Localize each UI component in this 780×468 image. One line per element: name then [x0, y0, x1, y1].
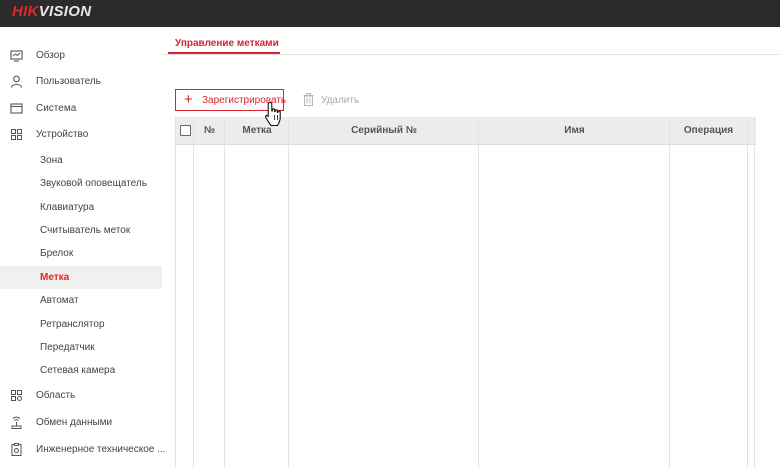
top-bar: HIKVISION — [0, 0, 780, 27]
column-divider — [669, 117, 670, 468]
sidebar-subitem-siren[interactable]: Звуковой оповещатель — [0, 172, 162, 195]
select-all-checkbox[interactable] — [180, 125, 191, 136]
sidebar-item-label: Обзор — [36, 50, 65, 61]
user-icon — [10, 75, 23, 88]
sidebar-item-system[interactable]: Система — [0, 97, 162, 120]
maintenance-icon — [11, 443, 22, 456]
sidebar-subitem-tag[interactable]: Метка — [0, 266, 162, 289]
sidebar-subitem-label: Считыватель меток — [40, 225, 131, 236]
trash-icon — [303, 93, 314, 106]
column-divider — [193, 117, 194, 468]
sidebar-item-label: Инженерное техническое ... — [36, 444, 166, 455]
area-icon — [11, 390, 22, 401]
column-header-number[interactable]: № — [194, 117, 225, 145]
monitor-icon — [10, 50, 23, 62]
sidebar-subitem-label: Зона — [40, 155, 63, 166]
sidebar-subitem-tag-reader[interactable]: Считыватель меток — [0, 219, 162, 242]
sidebar-item-overview[interactable]: Обзор — [0, 44, 162, 67]
column-header-serial[interactable]: Серийный № — [289, 117, 479, 145]
column-header-name[interactable]: Имя — [479, 117, 670, 145]
column-divider — [478, 117, 479, 468]
hikvision-logo: HIKVISION — [12, 3, 92, 20]
sidebar-item-label: Область — [36, 390, 76, 401]
sidebar-subitem-label: Передатчик — [40, 342, 95, 353]
tag-table: № Метка Серийный № Имя Операция — [175, 117, 756, 468]
sidebar-item-label: Обмен данными — [36, 417, 113, 428]
sidebar-subitem-relay[interactable]: Автомат — [0, 289, 162, 312]
delete-button-label: Удалить — [321, 95, 360, 106]
sidebar-item-label: Пользователь — [36, 76, 101, 87]
sidebar-subitem-transmitter[interactable]: Передатчик — [0, 336, 162, 359]
sidebar-subitem-label: Клавиатура — [40, 202, 95, 213]
column-header-operation[interactable]: Операция — [670, 117, 747, 145]
hand-cursor-icon — [265, 101, 281, 127]
column-divider — [224, 117, 225, 468]
sidebar-item-data-exchange[interactable]: Обмен данными — [0, 411, 162, 434]
sidebar-item-user[interactable]: Пользователь — [0, 70, 162, 93]
sidebar-subitem-repeater[interactable]: Ретранслятор — [0, 313, 162, 336]
column-divider — [754, 117, 755, 468]
column-divider — [288, 117, 289, 468]
sidebar-subitem-zone[interactable]: Зона — [0, 149, 162, 172]
sidebar-item-device[interactable]: Устройство — [0, 123, 162, 146]
sidebar-item-maintenance[interactable]: Инженерное техническое ... — [0, 438, 166, 461]
sidebar-item-label: Устройство — [36, 129, 89, 140]
sidebar-subitem-label: Метка — [40, 272, 70, 283]
sidebar-subitem-keypad[interactable]: Клавиатура — [0, 196, 162, 219]
sidebar-subitem-label: Ретранслятор — [40, 319, 105, 330]
device-grid-icon — [11, 129, 22, 140]
window-icon — [10, 103, 23, 114]
data-exchange-icon — [11, 416, 22, 429]
delete-button[interactable]: Удалить — [302, 90, 372, 110]
sidebar-subitem-network-camera[interactable]: Сетевая камера — [0, 359, 162, 382]
sidebar-subitem-label: Звуковой оповещатель — [40, 178, 147, 189]
sidebar-subitem-label: Брелок — [40, 248, 74, 259]
sidebar-subitem-keyfob[interactable]: Брелок — [0, 242, 162, 265]
plus-icon: + — [184, 91, 193, 108]
sidebar-subitem-label: Сетевая камера — [40, 365, 116, 376]
sidebar-item-area[interactable]: Область — [0, 384, 162, 407]
sidebar-item-label: Система — [36, 103, 77, 114]
sidebar-subitem-label: Автомат — [40, 295, 79, 306]
column-divider — [747, 117, 748, 468]
sidebar: Обзор Пользователь Система Устройство Зо… — [0, 27, 166, 468]
tab-divider — [162, 54, 780, 55]
